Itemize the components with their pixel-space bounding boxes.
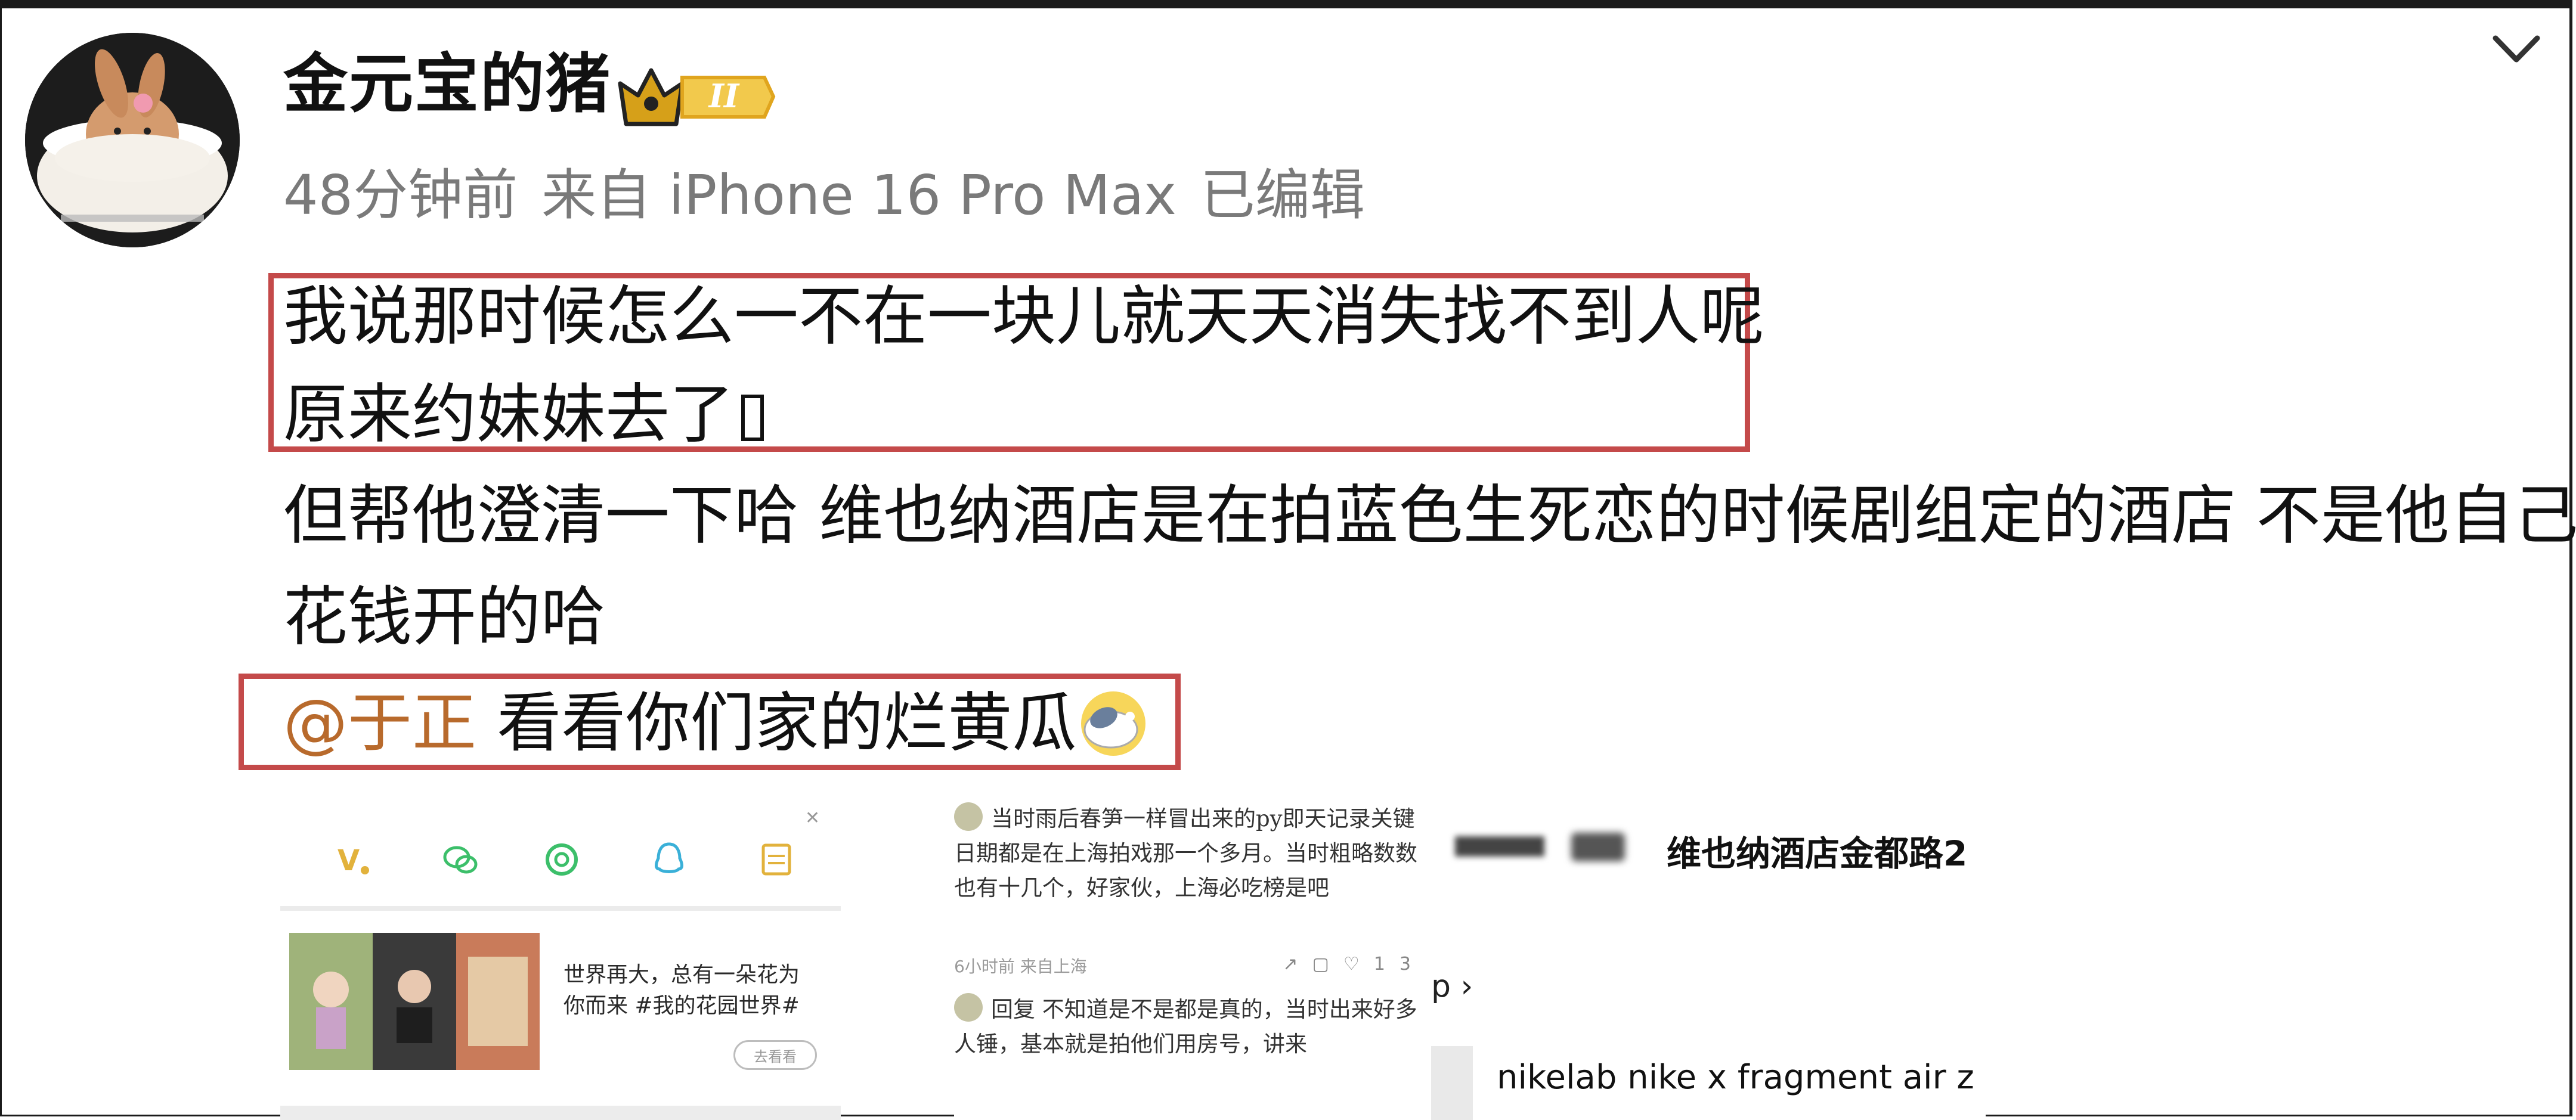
image-thumbnail-3[interactable]: 维也纳酒店金都路2 p › nikelab nike x fragment ai…	[1431, 802, 1986, 1120]
post-source[interactable]: 来自 iPhone 16 Pro Max	[541, 163, 1176, 227]
weibo-v-icon[interactable]: V	[334, 840, 372, 879]
post-text-line-1: 我说那时候怎么一不在一块儿就天天消失找不到人呢	[283, 280, 1765, 354]
ad-text: 世界再大，总有一朵花为你而来 #我的花园世界#	[564, 963, 800, 1018]
post-text-line-2: 原来约妹妹去了	[283, 383, 764, 447]
divider	[280, 906, 841, 911]
image-thumbnail-2[interactable]: 当时雨后春笋一样冒出来的py即天记录关键日期都是在上海拍戏那一个多月。当时粗略数…	[954, 802, 1431, 1120]
like-count: 13	[1373, 954, 1425, 975]
game-ad-image	[289, 933, 540, 1070]
badge-level: II	[708, 77, 740, 115]
comment-1-time: 6小时前 来自上海	[954, 957, 1087, 976]
chevron-down-icon[interactable]	[2490, 31, 2543, 67]
product-thumbnail	[1431, 1046, 1473, 1120]
comment-1: 当时雨后春笋一样冒出来的py即天记录关键日期都是在上海拍戏那一个多月。当时粗略数…	[954, 802, 1431, 905]
vip-crown-badge-icon[interactable]: II	[615, 60, 776, 131]
comment-2-text: 回复 不知道是不是都是真的，当时出来好多人锤，基本就是拍他们用房号，讲来	[954, 997, 1417, 1057]
comment-1-text: 当时雨后春笋一样冒出来的py即天记录关键日期都是在上海拍戏那一个多月。当时粗略数…	[954, 806, 1417, 901]
cucumber-bowl-emoji-icon	[1081, 691, 1146, 756]
post-edited-label[interactable]: 已编辑	[1200, 163, 1365, 227]
post-text-line-4: 花钱开的哈	[283, 580, 606, 654]
more-link[interactable]: p ›	[1431, 969, 1473, 1004]
comment-2: 回复 不知道是不是都是真的，当时出来好多人锤，基本就是拍他们用房号，讲来	[954, 992, 1431, 1062]
avatar[interactable]	[25, 33, 240, 247]
post-text-line-5: @于正 看看你们家的烂黄瓜	[283, 687, 1148, 758]
hotel-title: 维也纳酒店金都路2	[1667, 833, 1968, 874]
rabbit-in-bowl-icon	[25, 33, 240, 247]
ad-card[interactable]: 世界再大，总有一朵花为你而来 #我的花园世界# 去看看	[289, 933, 832, 1106]
mention-link[interactable]: @于正	[283, 686, 476, 761]
post-time[interactable]: 48分钟前	[283, 163, 518, 227]
ad-view-button[interactable]: 去看看	[733, 1040, 817, 1070]
image-thumbnail-1[interactable]: V 世界再大，总有一朵花为你而来 #我的花园世界# 去看看 ✕	[280, 808, 841, 1120]
blurred-region	[1455, 836, 1544, 857]
svg-text:V: V	[338, 844, 360, 877]
username[interactable]: 金元宝的猪	[283, 52, 611, 117]
comment-icon[interactable]: ▢	[1312, 954, 1343, 975]
share-tab-row: V	[280, 808, 841, 903]
qq-icon[interactable]	[650, 840, 688, 879]
comment-avatar[interactable]	[954, 802, 983, 831]
moments-icon[interactable]	[543, 840, 581, 879]
missing-glyph-icon	[741, 395, 764, 441]
post-text-line-2-text: 原来约妹妹去了	[283, 377, 735, 452]
comment-avatar[interactable]	[954, 993, 983, 1022]
post-meta: 48分钟前 来自 iPhone 16 Pro Max 已编辑	[283, 168, 1389, 223]
comment-1-meta: 6小时前 来自上海 ↗▢♡13	[954, 954, 1431, 978]
post-text-line-3: 但帮他澄清一下哈 维也纳酒店是在拍蓝色生死恋的时候剧组定的酒店 不是他自己	[283, 479, 2576, 553]
note-icon[interactable]	[757, 840, 795, 879]
blurred-region	[1571, 833, 1625, 861]
like-icon[interactable]: ♡	[1343, 954, 1374, 975]
mention-tail-text: 看看你们家的烂黄瓜	[476, 686, 1077, 761]
share-icon[interactable]: ↗	[1283, 954, 1312, 975]
comment-1-actions: ↗▢♡13	[1283, 954, 1425, 975]
product-item[interactable]: nikelab nike x fragment air z	[1497, 1058, 1974, 1097]
divider-bottom	[280, 1106, 841, 1120]
close-icon[interactable]: ✕	[805, 808, 820, 829]
wechat-icon[interactable]	[441, 840, 479, 879]
